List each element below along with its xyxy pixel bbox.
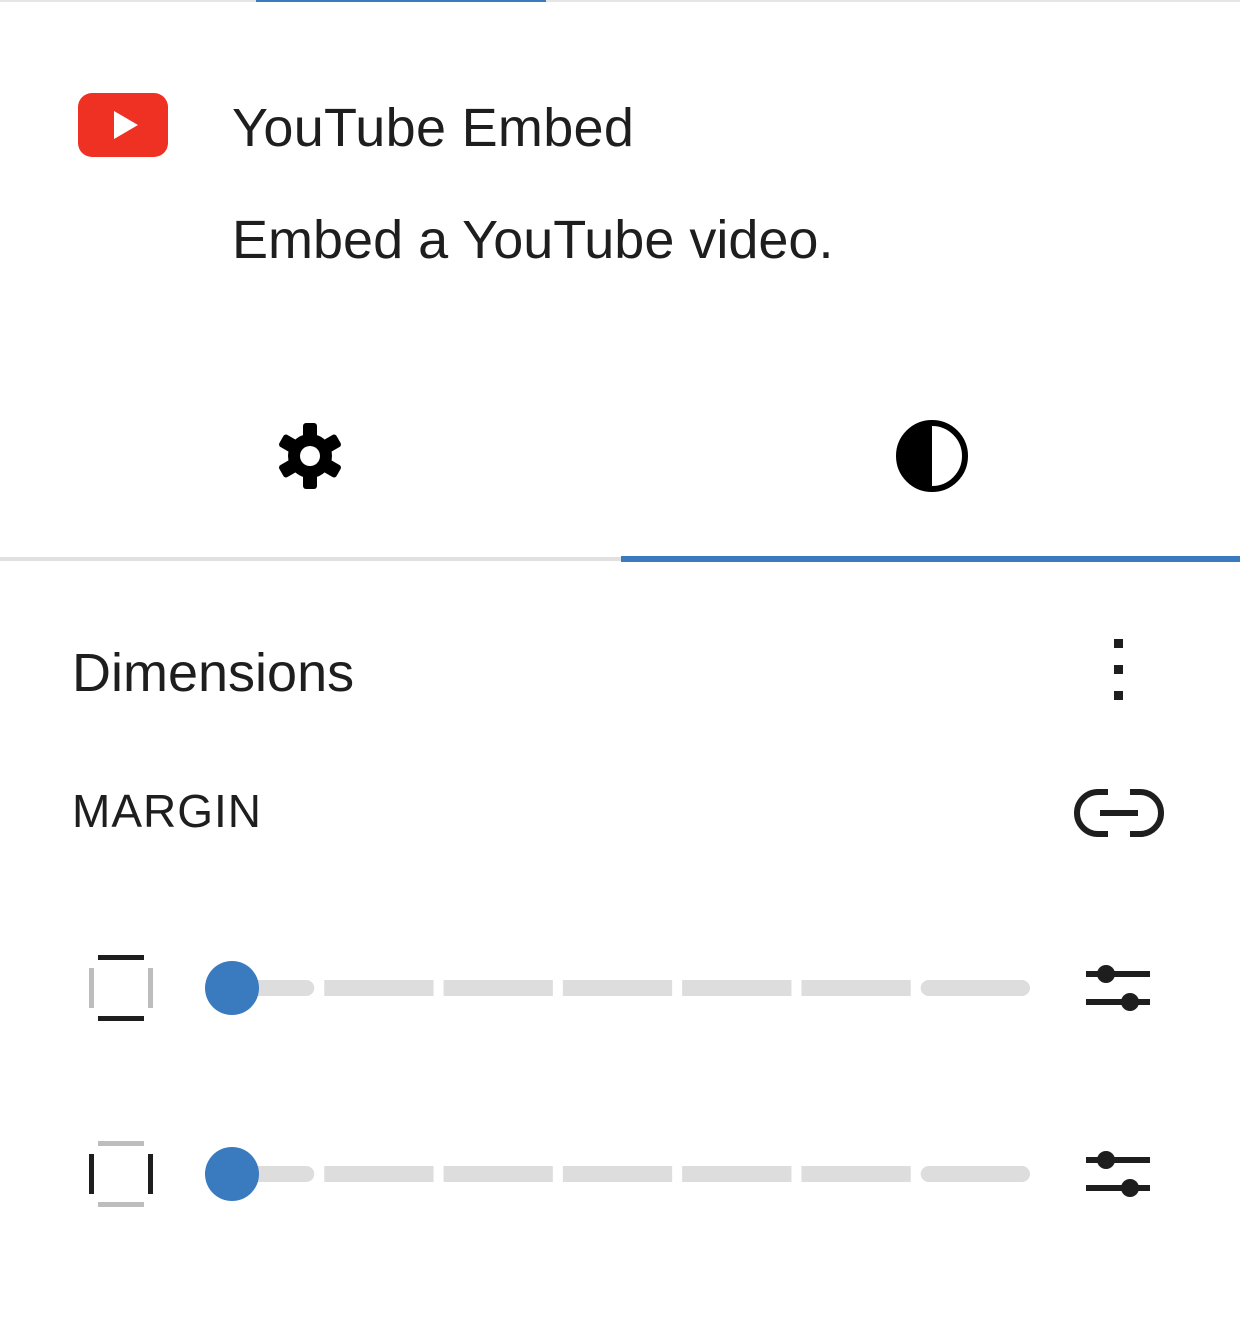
slider-thumb[interactable] [205, 961, 259, 1015]
ellipsis-dot [1114, 665, 1123, 674]
youtube-logo-icon [78, 93, 168, 157]
unlink-icon [1074, 789, 1164, 837]
slider-thumb[interactable] [205, 1147, 259, 1201]
block-description: Embed a YouTube video. [232, 210, 834, 270]
slider-step-segment [324, 980, 434, 996]
sliders-icon[interactable] [1084, 958, 1154, 1018]
block-card: YouTube Embed Embed a YouTube video. [0, 0, 1240, 320]
half-circle-contrast-icon [896, 420, 968, 492]
sliders-icon[interactable] [1084, 1144, 1154, 1204]
dimensions-panel: Dimensions MARGIN [0, 563, 1240, 1340]
panel-title: Dimensions [72, 643, 355, 703]
slider-step-segment [920, 1166, 1030, 1182]
slider-step-segment [682, 980, 792, 996]
options-menu-button[interactable] [1098, 633, 1138, 709]
margin-horizontal-row [0, 1114, 1240, 1234]
slider-step-segment [801, 1166, 911, 1182]
tab-styles[interactable] [620, 380, 1240, 560]
slider-step-segment [801, 980, 911, 996]
slider-step-segment [324, 1166, 434, 1182]
margin-horizontal-slider[interactable] [205, 1144, 1030, 1204]
horizontal-sides-icon [89, 1141, 153, 1207]
slider-step-segment [682, 1166, 792, 1182]
block-title: YouTube Embed [232, 98, 635, 158]
slider-step-segment [920, 980, 1030, 996]
vertical-ellipsis-icon [1114, 639, 1123, 648]
active-tab-indicator [621, 556, 1240, 562]
inspector-tabs [0, 380, 1240, 563]
tab-settings[interactable] [0, 380, 620, 560]
slider-step-segment [562, 1166, 673, 1182]
margin-vertical-slider[interactable] [205, 958, 1030, 1018]
ellipsis-dot [1114, 691, 1123, 700]
slider-step-segment [443, 980, 553, 996]
slider-track [205, 980, 1030, 996]
margin-vertical-row [0, 928, 1240, 1048]
slider-step-segment [443, 1166, 553, 1182]
slider-track [205, 1166, 1030, 1182]
vertical-sides-icon [89, 955, 153, 1021]
unlink-sides-button[interactable] [1074, 783, 1164, 843]
margin-label: MARGIN [72, 785, 262, 837]
slider-step-segment [562, 980, 673, 996]
gear-icon [279, 423, 341, 489]
